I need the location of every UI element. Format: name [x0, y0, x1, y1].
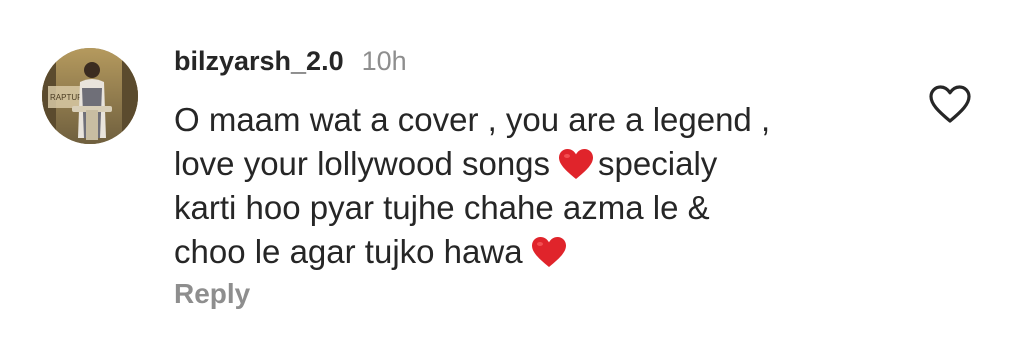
comment-line-4: choo le agar tujko hawa	[174, 230, 874, 274]
timestamp: 10h	[361, 45, 407, 76]
avatar[interactable]: RAPTURE	[42, 48, 138, 144]
red-heart-emoji-icon	[531, 236, 567, 268]
comment-line-1: O maam wat a cover , you are a legend ,	[174, 101, 771, 138]
username[interactable]: bilzyarsh_2.0	[174, 46, 344, 77]
red-heart-emoji-icon	[558, 148, 594, 180]
comment-line-2-tail: specialy	[598, 145, 718, 182]
comment-body: bilzyarsh_2.0 10h O maam wat a cover , y…	[174, 38, 894, 274]
comment-text: O maam wat a cover , you are a legend , …	[174, 98, 874, 274]
heart-outline-icon	[929, 85, 971, 123]
reply-button[interactable]: Reply	[174, 278, 250, 310]
comment-line-2-text: love your lollywood songs	[174, 145, 551, 182]
avatar-photo: RAPTURE	[42, 48, 138, 144]
comment-line-2: love your lollywood songs specialy	[174, 142, 874, 186]
comment-line-4-text: choo le agar tujko hawa	[174, 233, 523, 270]
like-button[interactable]	[928, 84, 972, 124]
comment: RAPTURE bilzyarsh_2.0 10h O maam wat a c…	[0, 0, 1024, 342]
comment-line-3: karti hoo pyar tujhe chahe azma le &	[174, 189, 710, 226]
comment-header: bilzyarsh_2.0 10h	[174, 38, 894, 84]
